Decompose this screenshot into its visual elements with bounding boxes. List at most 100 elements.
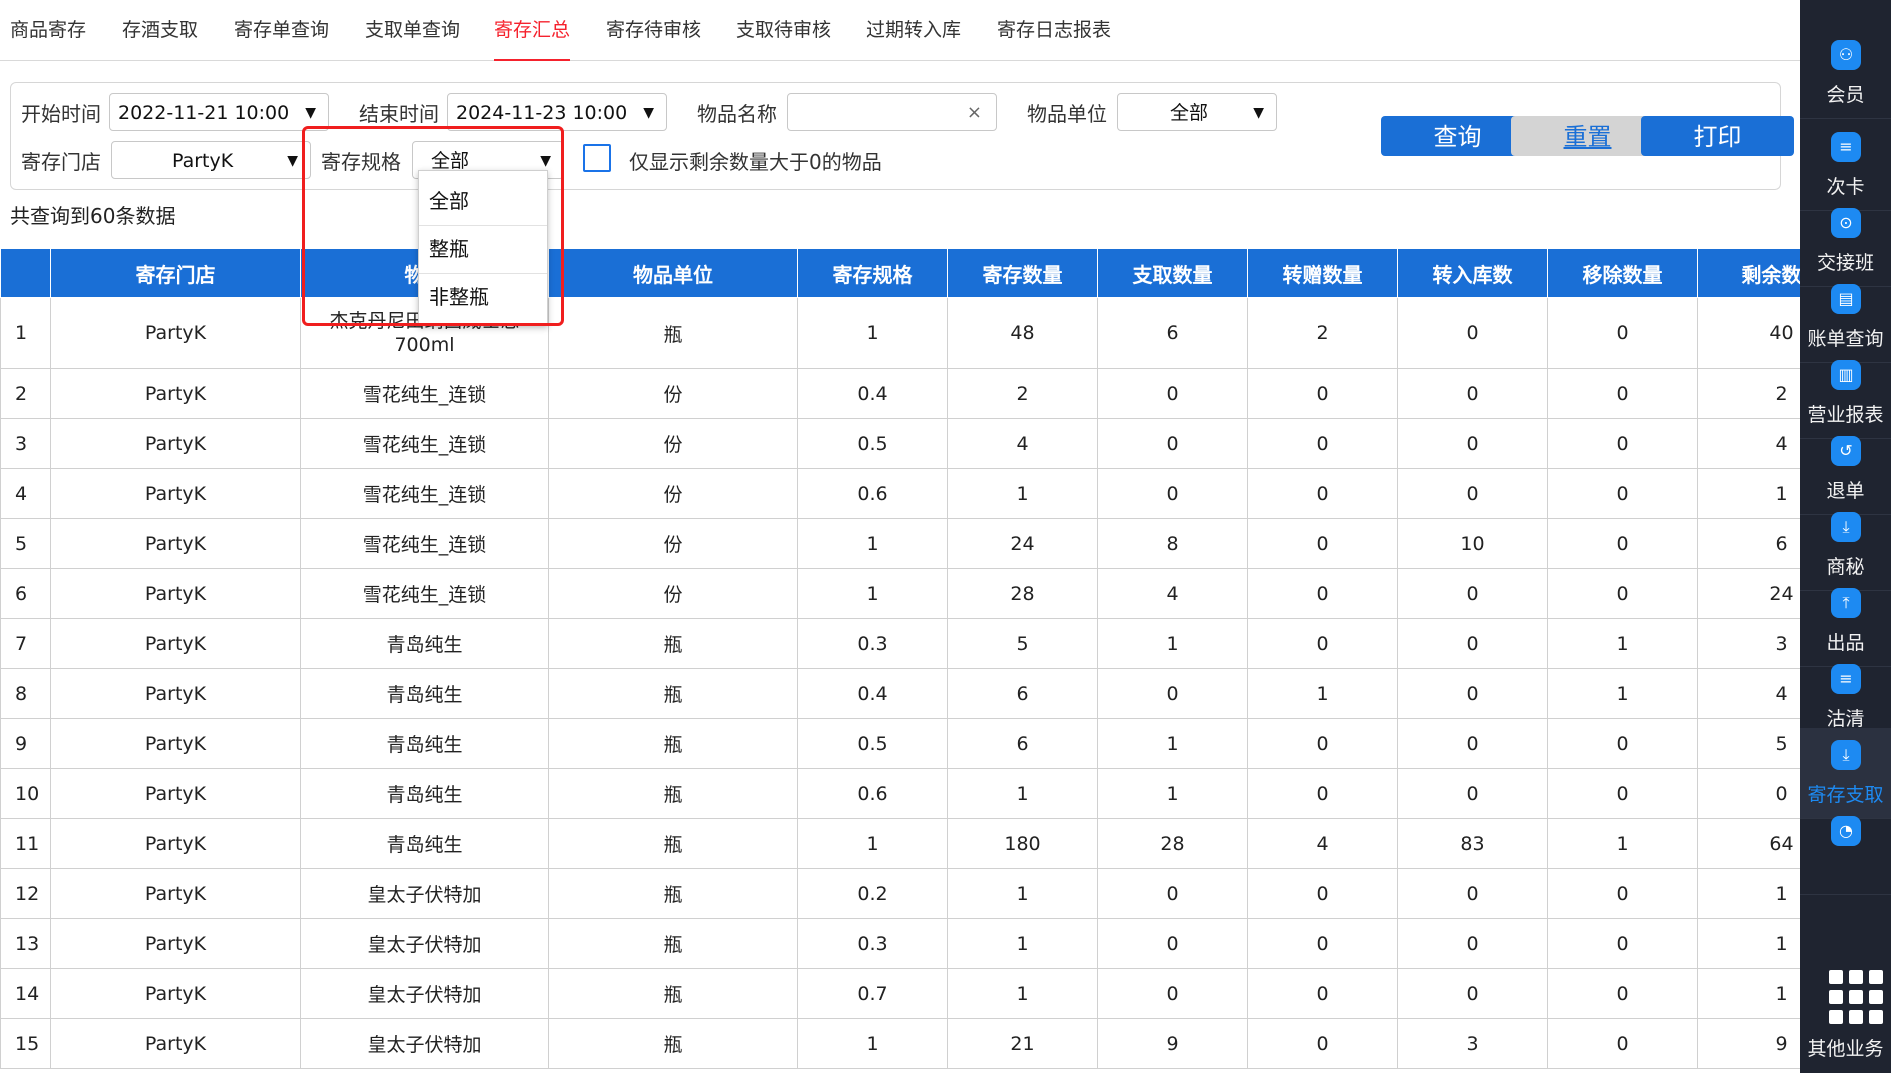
sidebar-item[interactable]: ◔ [1800,804,1891,894]
table-row[interactable]: 10 PartyK 青岛纯生瓶 0.6 1 1 0 0 0 0 [0,768,1800,819]
table-cell: 0.5 [797,718,948,769]
tab-withdraw-query[interactable]: 支取单查询 [365,0,460,60]
item-unit-value: 全部 [1170,102,1209,124]
table-cell: 份 [548,468,798,519]
table-row[interactable]: 13 PartyK 皇太子伏特加瓶 0.3 1 0 0 0 0 1 [0,918,1800,969]
table-row[interactable]: 5 PartyK 雪花纯生_连锁份 1 24 8 0 10 0 6 [0,518,1800,569]
table-cell: 0 [1247,418,1398,469]
table-cell: 83 [1397,818,1548,869]
tab-deposit-summary[interactable]: 寄存汇总 [494,0,571,61]
spec-option-partial[interactable]: 非整瓶 [429,281,489,310]
deposit-icon: ⤓ [1831,740,1861,770]
column-header: 支取数量 [1097,248,1248,298]
clear-icon[interactable]: × [967,94,982,132]
table-cell: 0 [1397,368,1548,419]
table-cell: 3 [1397,1018,1548,1069]
table-cell: 1 [1097,718,1248,769]
chevron-down-icon: ▼ [643,105,654,121]
table-cell: 雪花纯生_连锁 [300,518,549,569]
sidebar-item[interactable]: ⚇ 会员 [1800,28,1891,118]
table-cell: 0 [1547,468,1698,519]
sidebar-item-label: 营业报表 [1807,404,1884,426]
tab-deposit-review[interactable]: 寄存待审核 [606,0,701,60]
grid-icon[interactable] [1829,970,1883,1024]
tab-goods-deposit[interactable]: 商品寄存 [10,0,86,60]
table-cell: PartyK [50,818,301,869]
table-row[interactable]: 2 PartyK 雪花纯生_连锁份 0.4 2 0 0 0 0 2 [0,368,1800,419]
table-cell: 瓶 [548,718,798,769]
start-time-picker[interactable]: 2022-11-21 10:00 ▼ [109,93,329,131]
table-cell: 9 [1097,1018,1248,1069]
spec-option-whole[interactable]: 整瓶 [429,233,469,262]
item-name-input[interactable]: × [787,93,997,131]
tab-wine-withdraw[interactable]: 存酒支取 [122,0,198,60]
table-cell: 2 [1247,297,1398,369]
store-select[interactable]: PartyK ▼ [111,141,311,179]
end-time-label: 结束时间 [359,102,439,126]
table-cell: 1 [1697,968,1800,1019]
table-cell: 雪花纯生_连锁 [300,568,549,619]
spec-option-all[interactable]: 全部 [429,185,469,214]
column-header: 移除数量 [1547,248,1698,298]
table-cell: 瓶 [548,968,798,1019]
tab-deposit-log-report[interactable]: 寄存日志报表 [997,0,1111,60]
table-cell: 6 [1097,297,1248,369]
table-row[interactable]: 8 PartyK 青岛纯生瓶 0.4 6 0 1 0 1 4 [0,668,1800,719]
table-cell: 28 [947,568,1098,619]
table-body: 1PartyK杰克丹尼田纳西威士忌 700ml瓶1486200402 PartyK… [0,297,1800,1069]
table-cell: 0 [1097,918,1248,969]
table-cell: 4 [1247,818,1398,869]
table-cell: 0 [1397,418,1548,469]
table-cell: 瓶 [548,768,798,819]
table-row[interactable]: 3 PartyK 雪花纯生_连锁份 0.5 4 0 0 0 0 4 [0,418,1800,469]
tab-withdraw-review[interactable]: 支取待审核 [736,0,831,60]
row-index: 2 [0,368,51,419]
table-cell: 青岛纯生 [300,618,549,669]
table-row[interactable]: 1PartyK杰克丹尼田纳西威士忌 700ml瓶148620040 [0,297,1800,369]
filter-panel: 开始时间 2022-11-21 10:00 ▼ 结束时间 2024-11-23 … [10,82,1794,190]
table-cell: 0.2 [797,868,948,919]
table-row[interactable]: 15 PartyK 皇太子伏特加瓶 1 21 9 0 3 0 9 [0,1018,1800,1069]
table-row[interactable]: 14 PartyK 皇太子伏特加瓶 0.7 1 0 0 0 0 1 [0,968,1800,1019]
only-positive-label: 仅显示剩余数量大于0的物品 [629,150,882,174]
item-unit-select[interactable]: 全部 ▼ [1117,93,1277,131]
table-row[interactable]: 11 PartyK 青岛纯生瓶 1 180 28 4 83 1 64 [0,818,1800,869]
table-cell: 0 [1247,918,1398,969]
table-row[interactable]: 4 PartyK 雪花纯生_连锁份 0.6 1 0 0 0 0 1 [0,468,1800,519]
table-cell: 0 [1097,468,1248,519]
table-row[interactable]: 9 PartyK 青岛纯生瓶 0.5 6 1 0 0 0 5 [0,718,1800,769]
table-cell: 瓶 [548,297,798,369]
tab-expired-to-stock[interactable]: 过期转入库 [866,0,961,60]
row-index: 10 [0,768,51,819]
tab-deposit-query[interactable]: 寄存单查询 [234,0,329,60]
row-index: 8 [0,668,51,719]
table-cell: 份 [548,368,798,419]
end-time-picker[interactable]: 2024-11-23 10:00 ▼ [447,93,667,131]
table-cell: 0 [1547,1018,1698,1069]
only-positive-checkbox[interactable] [583,144,611,172]
table-cell: PartyK [50,968,301,1019]
table-cell: 1 [1097,768,1248,819]
sidebar-divider [1800,118,1891,119]
table-cell: 雪花纯生_连锁 [300,418,549,469]
table-cell: 1 [1697,468,1800,519]
table-row[interactable]: 12 PartyK 皇太子伏特加瓶 0.2 1 0 0 0 0 1 [0,868,1800,919]
table-cell: 青岛纯生 [300,668,549,719]
member-icon: ⚇ [1831,40,1861,70]
print-button[interactable]: 打印 [1641,116,1794,156]
chevron-down-icon: ▼ [287,153,298,169]
table-cell: 份 [548,518,798,569]
table-cell: 4 [1097,568,1248,619]
table-cell: 1 [1547,818,1698,869]
row-index: 15 [0,1018,51,1069]
sidebar-item-label[interactable]: 其他业务 [1800,1034,1891,1061]
sidebar-item-label: 出品 [1826,632,1865,654]
table-row[interactable]: 6 PartyK 雪花纯生_连锁份 1 28 4 0 0 0 24 [0,568,1800,619]
start-time-value: 2022-11-21 10:00 [118,102,290,124]
table-cell: 0 [1547,968,1698,1019]
table-row[interactable]: 7 PartyK 青岛纯生瓶 0.3 5 1 0 0 1 3 [0,618,1800,669]
table-cell: 0.3 [797,918,948,969]
sidebar-item-label: 寄存支取 [1807,784,1884,806]
table-cell: 4 [1697,418,1800,469]
row-index: 13 [0,918,51,969]
